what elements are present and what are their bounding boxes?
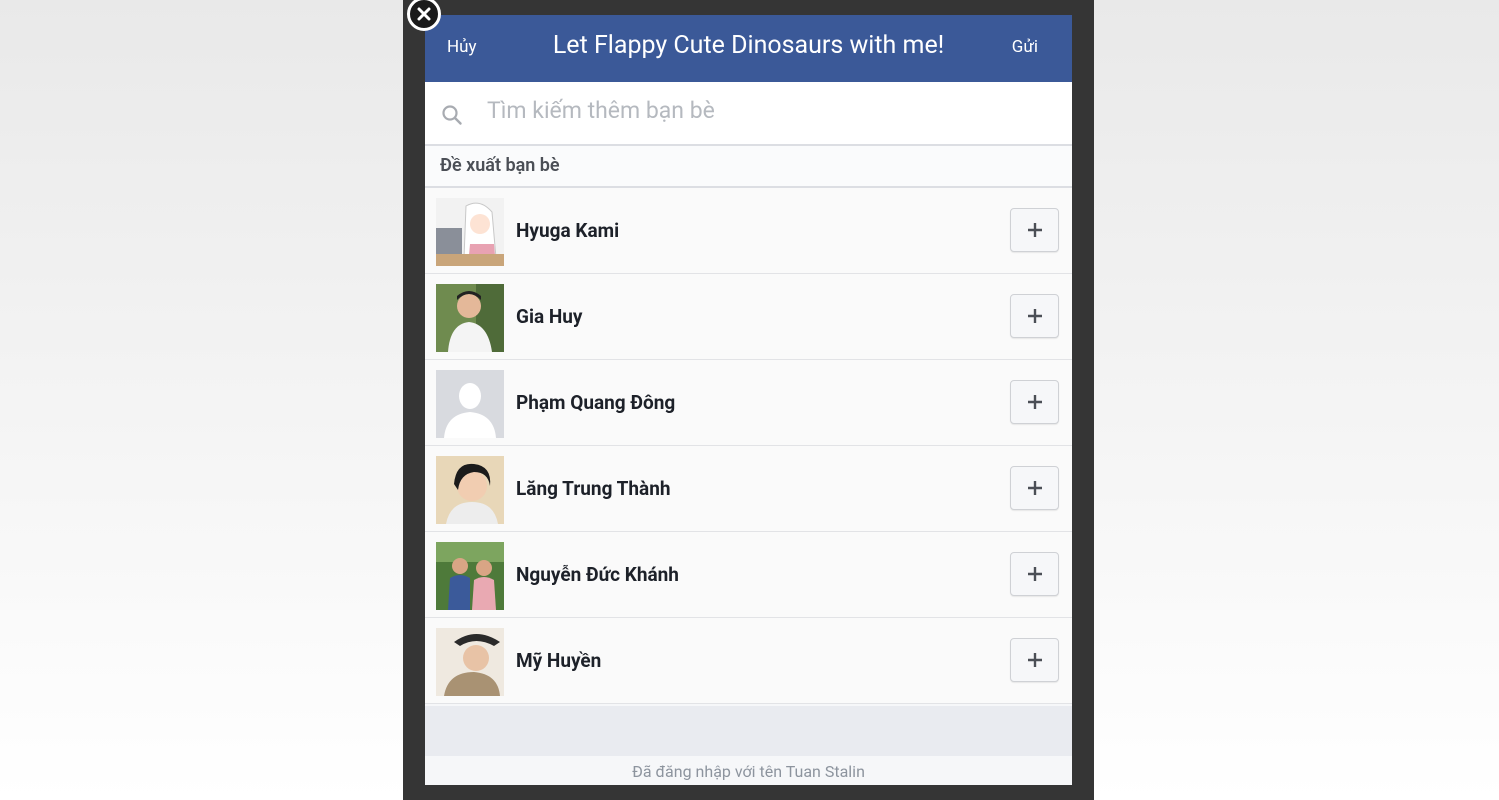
search-bar[interactable]: Tìm kiếm thêm bạn bè	[425, 82, 1072, 146]
avatar	[436, 198, 504, 266]
avatar	[436, 370, 504, 438]
add-friend-button[interactable]	[1010, 294, 1059, 338]
add-friend-button[interactable]	[1010, 208, 1059, 252]
send-button[interactable]: Gửi	[1012, 37, 1038, 57]
list-item: Mỹ Huyền	[425, 618, 1072, 704]
logged-in-footer: Đã đăng nhập với tên Tuan Stalin	[425, 756, 1072, 785]
add-friend-button[interactable]	[1010, 380, 1059, 424]
list-item: Hyuga Kami	[425, 188, 1072, 274]
section-label: Đề xuất bạn bè	[440, 155, 560, 176]
avatar	[436, 542, 504, 610]
friend-name: Lăng Trung Thành	[516, 477, 671, 500]
list-item: Lăng Trung Thành	[425, 446, 1072, 532]
plus-icon	[1027, 395, 1042, 409]
avatar	[436, 456, 504, 524]
close-icon	[417, 7, 431, 21]
add-friend-button[interactable]	[1010, 638, 1059, 682]
list-item: Nguyễn Đức Khánh	[425, 532, 1072, 618]
plus-icon	[1027, 309, 1042, 323]
add-friend-button[interactable]	[1010, 552, 1059, 596]
friend-suggestion-list: Hyuga Kami Gia Huy Phạm Quang Đông Lăng …	[425, 188, 1072, 704]
friend-name: Hyuga Kami	[516, 219, 620, 242]
list-end-spacer	[425, 706, 1072, 756]
plus-icon	[1027, 223, 1042, 237]
avatar	[436, 628, 504, 696]
friend-name: Gia Huy	[516, 305, 583, 328]
friend-name: Phạm Quang Đông	[516, 391, 676, 414]
suggestions-header: Đề xuất bạn bè	[425, 146, 1072, 188]
friend-name: Mỹ Huyền	[516, 649, 602, 672]
plus-icon	[1027, 567, 1042, 581]
friend-name: Nguyễn Đức Khánh	[516, 563, 679, 586]
search-icon	[442, 105, 462, 125]
add-friend-button[interactable]	[1010, 466, 1059, 510]
dialog-header: Hủy Let Flappy Cute Dinosaurs with me! G…	[425, 15, 1072, 82]
list-item: Phạm Quang Đông	[425, 360, 1072, 446]
share-dialog: Hủy Let Flappy Cute Dinosaurs with me! G…	[425, 15, 1072, 785]
dialog-title: Let Flappy Cute Dinosaurs with me!	[552, 31, 945, 60]
avatar	[436, 284, 504, 352]
search-input[interactable]: Tìm kiếm thêm bạn bè	[487, 97, 715, 124]
list-item: Gia Huy	[425, 274, 1072, 360]
plus-icon	[1027, 653, 1042, 667]
plus-icon	[1027, 481, 1042, 495]
